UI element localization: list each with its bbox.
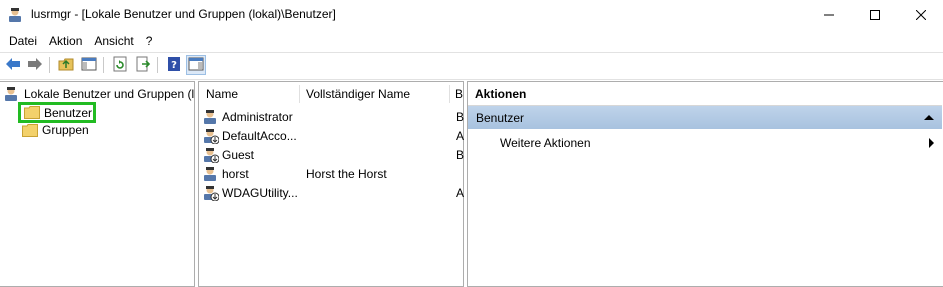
actions-group-benutzer[interactable]: Benutzer — [468, 106, 942, 129]
refresh-icon — [112, 56, 128, 75]
title-bar: lusrmgr - [Lokale Benutzer und Gruppen (… — [0, 0, 943, 29]
user-description: A — [456, 128, 464, 143]
folder-icon — [22, 123, 38, 137]
disabled-user-icon — [203, 128, 220, 144]
toolbar: ? — [0, 53, 943, 78]
actions-pane: Aktionen Benutzer Weitere Aktionen — [467, 81, 943, 287]
help-icon: ? — [166, 56, 182, 75]
tree-item-label: Gruppen — [42, 123, 89, 137]
export-list-button[interactable] — [133, 55, 153, 75]
submenu-arrow-icon — [929, 138, 934, 148]
menu-bar: Datei Aktion Ansicht ? — [0, 30, 943, 51]
user-name: Guest — [222, 147, 255, 162]
user-name: WDAGUtility... — [222, 185, 298, 200]
back-button[interactable] — [3, 55, 23, 75]
menu-ansicht[interactable]: Ansicht — [94, 34, 133, 48]
menu-aktion[interactable]: Aktion — [49, 34, 82, 48]
back-icon — [5, 57, 21, 74]
show-hide-action-pane-button[interactable] — [186, 55, 206, 75]
action-weitere-aktionen[interactable]: Weitere Aktionen — [500, 134, 940, 152]
table-row[interactable]: Administrator B — [199, 107, 464, 126]
user-icon — [203, 166, 219, 182]
app-users-icon — [8, 7, 24, 23]
user-description — [456, 164, 464, 183]
user-name: Administrator — [222, 109, 293, 124]
user-full-name — [306, 126, 449, 145]
disabled-user-icon — [203, 147, 220, 163]
folder-icon — [24, 106, 40, 119]
maximize-button[interactable] — [852, 0, 898, 29]
table-row[interactable]: DefaultAcco... A — [199, 126, 464, 145]
list-header: Name Vollständiger Name Beschreibung — [199, 82, 463, 106]
column-header-description[interactable]: Beschreibung — [449, 82, 463, 106]
table-row[interactable]: Guest B — [199, 145, 464, 164]
user-full-name — [306, 107, 449, 126]
toolbar-separator — [157, 57, 158, 73]
show-hide-tree-icon — [81, 56, 97, 75]
tree-item-benutzer[interactable]: Benutzer — [18, 102, 96, 123]
user-description: B — [456, 147, 464, 162]
actions-title: Aktionen — [468, 82, 942, 106]
user-icon — [203, 109, 219, 125]
disabled-user-icon — [203, 185, 220, 201]
export-list-icon — [135, 56, 151, 75]
tree-root-item[interactable]: Lokale Benutzer und Gruppen (lokal) — [4, 85, 194, 103]
action-label: Weitere Aktionen — [500, 136, 591, 150]
tree-root-label: Lokale Benutzer und Gruppen (lokal) — [24, 87, 194, 101]
toolbar-separator — [49, 57, 50, 73]
forward-button[interactable] — [25, 55, 45, 75]
up-folder-button[interactable] — [56, 55, 76, 75]
show-hide-tree-button[interactable] — [79, 55, 99, 75]
user-name-cell: horst — [203, 164, 299, 183]
user-name: horst — [222, 166, 249, 181]
table-row[interactable]: WDAGUtility... A — [199, 183, 464, 202]
user-full-name — [306, 145, 449, 164]
forward-icon — [27, 57, 43, 74]
user-full-name: Horst the Horst — [306, 166, 387, 181]
minimize-button[interactable] — [806, 0, 852, 29]
svg-text:?: ? — [171, 60, 177, 71]
help-button[interactable]: ? — [164, 55, 184, 75]
tree-item-label: Benutzer — [44, 105, 93, 120]
menu-help[interactable]: ? — [146, 34, 153, 48]
actions-group-label: Benutzer — [476, 110, 525, 125]
user-name-cell: Guest — [203, 145, 299, 164]
column-header-full-name[interactable]: Vollständiger Name — [299, 82, 449, 106]
user-name-cell: Administrator — [203, 107, 299, 126]
refresh-button[interactable] — [110, 55, 130, 75]
show-hide-action-pane-icon — [188, 56, 204, 75]
user-list-pane: Name Vollständiger Name Beschreibung Adm… — [198, 81, 464, 287]
collapse-arrow-icon[interactable] — [924, 115, 934, 120]
window-title: lusrmgr - [Lokale Benutzer und Gruppen (… — [31, 7, 336, 21]
user-name-cell: WDAGUtility... — [203, 183, 299, 202]
close-button[interactable] — [898, 0, 943, 29]
menu-datei[interactable]: Datei — [9, 34, 37, 48]
tree-pane: Lokale Benutzer und Gruppen (lokal) Benu… — [0, 81, 195, 287]
user-full-name — [306, 183, 449, 202]
toolbar-divider — [0, 79, 943, 80]
table-row[interactable]: horst Horst the Horst — [199, 164, 463, 183]
user-name-cell: DefaultAcco... — [203, 126, 299, 145]
up-folder-icon — [58, 56, 74, 75]
tree-item-gruppen[interactable]: Gruppen — [22, 121, 89, 139]
user-description: B — [456, 109, 464, 124]
toolbar-separator — [103, 57, 104, 73]
user-name: DefaultAcco... — [222, 128, 297, 143]
column-header-name[interactable]: Name — [199, 82, 299, 106]
user-description: A — [456, 185, 464, 200]
users-group-icon — [4, 86, 20, 102]
